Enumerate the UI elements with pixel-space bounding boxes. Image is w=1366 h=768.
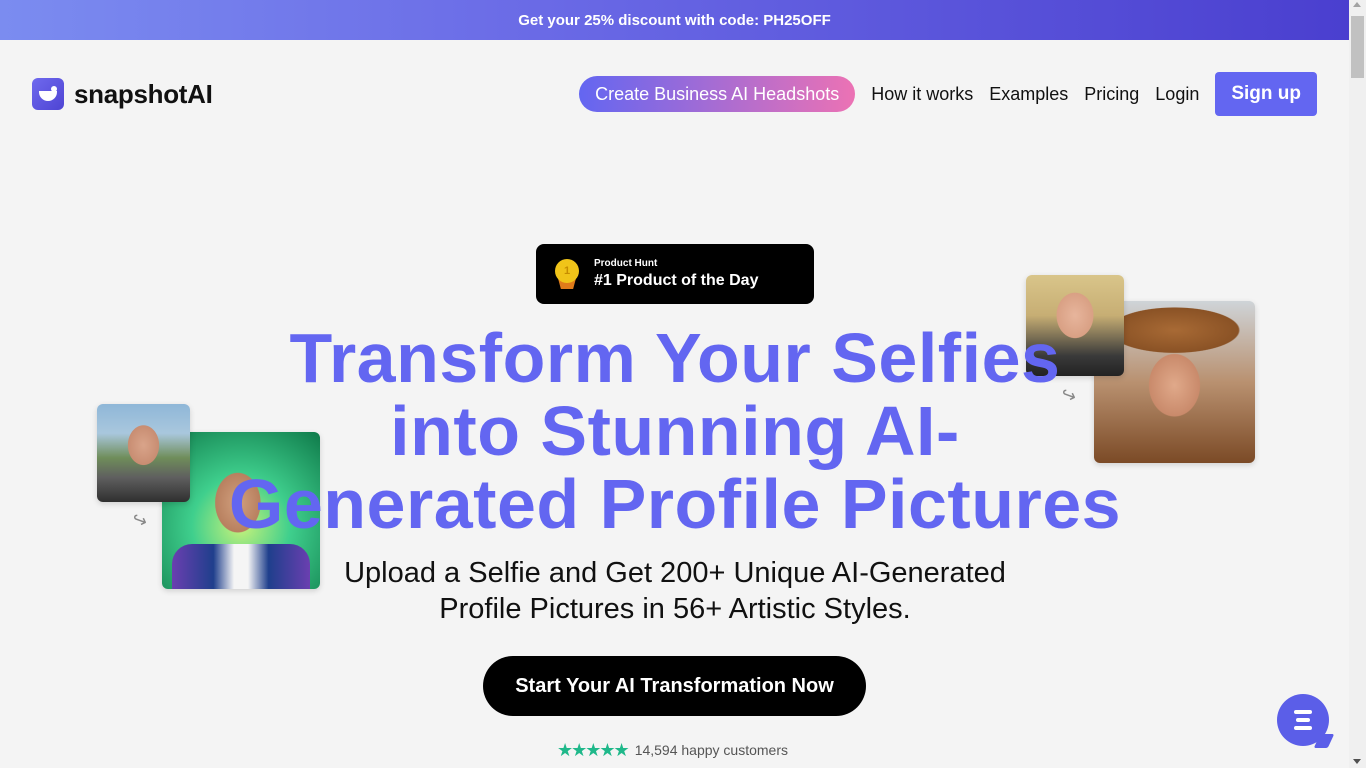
scrollbar-thumb[interactable]	[1351, 16, 1364, 78]
curved-arrow-icon: ↪	[129, 508, 151, 533]
medal-icon: 1	[554, 257, 580, 291]
badge-source: Product Hunt	[594, 258, 658, 269]
logo-text: snapshotAI	[74, 78, 213, 109]
nav-link-pricing[interactable]: Pricing	[1084, 84, 1139, 105]
chat-bubble-icon[interactable]	[1277, 694, 1329, 746]
product-hunt-badge[interactable]: 1 Product Hunt #1 Product of the Day	[536, 244, 814, 304]
logo-link[interactable]: snapshotAI	[32, 78, 213, 110]
rating-text: 14,594 happy customers	[634, 742, 789, 758]
badge-title: #1 Product of the Day	[594, 272, 759, 289]
scroll-down-arrow-icon[interactable]	[1353, 759, 1361, 764]
create-business-headshots-button[interactable]: Create Business AI Headshots	[579, 76, 856, 112]
scroll-up-arrow-icon[interactable]	[1353, 2, 1361, 7]
smile-face-icon	[32, 78, 64, 110]
hero-subtitle: Upload a Selfie and Get 200+ Unique AI-G…	[344, 557, 1006, 625]
signup-button[interactable]: Sign up	[1215, 72, 1317, 116]
scrollbar[interactable]	[1349, 0, 1366, 768]
promo-banner: Get your 25% discount with code: PH25OFF	[0, 0, 1349, 40]
nav-link-examples[interactable]: Examples	[989, 84, 1068, 105]
hero-title: Transform Your Selfies into Stunning AI-…	[228, 319, 1122, 543]
nav-link-how-it-works[interactable]: How it works	[871, 84, 973, 105]
start-transformation-button[interactable]: Start Your AI Transformation Now	[483, 656, 866, 716]
main-nav: Create Business AI Headshots How it work…	[579, 72, 1317, 116]
nav-link-login[interactable]: Login	[1155, 84, 1199, 105]
promo-text: Get your 25% discount with code: PH25OFF	[518, 11, 831, 29]
star-rating-icon: ★★★★★	[557, 740, 630, 760]
example-selfie-man	[97, 404, 190, 502]
customer-rating: ★★★★★ 14,594 happy customers	[557, 740, 788, 760]
